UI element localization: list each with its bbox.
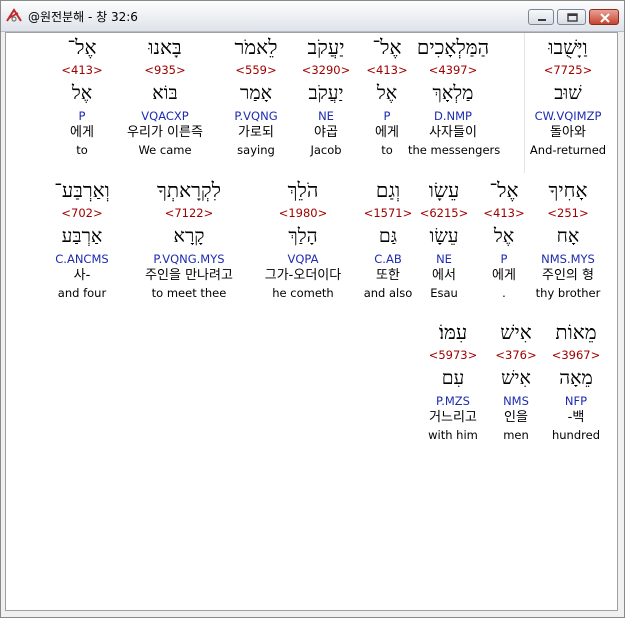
korean-gloss: 주인을 만나려고 xyxy=(145,268,233,283)
strong-number: <413> xyxy=(61,63,103,77)
strong-number: <559> xyxy=(235,63,277,77)
hebrew-word: לִקְרָאתְךָ xyxy=(157,178,221,202)
hebrew-root: שׁוּב xyxy=(554,82,582,104)
korean-gloss: 에게 xyxy=(70,125,94,140)
hebrew-root: גַּם xyxy=(378,225,398,247)
english-gloss: We came xyxy=(138,143,192,157)
english-gloss: he cometh xyxy=(272,286,334,300)
korean-gloss: 그가-오더이다 xyxy=(264,268,342,283)
morphology-code: VQACXP xyxy=(141,109,189,123)
analysis-panel: וַיָּשֻׁבוּ <7725> שׁוּב CW.VQIMZP 돌아와 A… xyxy=(5,32,618,611)
morphology-code: VQPA xyxy=(287,252,319,266)
english-gloss: with him xyxy=(428,428,478,442)
morphology-code: C.ANCMS xyxy=(55,252,109,266)
korean-gloss: 사- xyxy=(73,268,91,283)
minimize-icon xyxy=(538,19,546,21)
hebrew-root: בּוֹא xyxy=(152,82,178,104)
hebrew-word: בָּאנוּ xyxy=(148,35,182,59)
app-window: @원전분해 - 창 32:6 וַיָּשֻׁבוּ <7725> שׁוּב … xyxy=(0,0,625,618)
hebrew-root: קָרָא xyxy=(173,225,205,247)
hebrew-word: וְגַם xyxy=(375,178,401,202)
word-cell[interactable]: וַיָּשֻׁבוּ <7725> שׁוּב CW.VQIMZP 돌아와 A… xyxy=(523,33,613,158)
morphology-code: P.MZS xyxy=(436,394,470,408)
english-gloss: saying xyxy=(237,143,275,157)
hebrew-word: לֵאמֹר xyxy=(234,35,278,59)
word-cell[interactable]: עִמּוֹ׃ <5973> עִם P.MZS 거느리고 with him xyxy=(408,318,498,443)
hebrew-word: וְאַרְבַּע־ xyxy=(54,178,110,202)
hebrew-root: הָלַךְ xyxy=(288,225,318,247)
word-cell[interactable]: אֶל־ <413> אֶל P 에게 to xyxy=(37,33,127,158)
morphology-code: CW.VQIMZP xyxy=(534,109,602,123)
maximize-button[interactable] xyxy=(557,9,586,25)
english-gloss: and four xyxy=(57,286,107,300)
hebrew-word: אֶל־ xyxy=(67,35,97,59)
hebrew-root: אָמַר xyxy=(240,82,272,104)
word-cell[interactable]: וְאַרְבַּע־ <702> אַרְבַּע C.ANCMS 사- an… xyxy=(37,176,127,301)
window-title: @원전분해 - 창 32:6 xyxy=(28,10,138,24)
app-icon xyxy=(5,7,23,25)
strong-number: <1980> xyxy=(278,206,328,220)
english-gloss: And-returned xyxy=(529,143,607,157)
korean-gloss: 가로되 xyxy=(238,125,274,140)
hebrew-word: וַיָּשֻׁבוּ xyxy=(548,35,588,59)
korean-gloss: 돌아와 xyxy=(550,125,586,140)
strong-number: <935> xyxy=(144,63,186,77)
strong-number: <5973> xyxy=(428,348,478,362)
minimize-button[interactable] xyxy=(528,9,554,25)
strong-number: <702> xyxy=(61,206,103,220)
morphology-code: P xyxy=(78,109,86,123)
word-cell[interactable]: לִקְרָאתְךָ <7122> קָרָא P.VQNG.MYS 주인을 … xyxy=(138,176,240,301)
english-gloss: to meet thee xyxy=(151,286,227,300)
maximize-icon xyxy=(567,13,578,22)
strong-number: <7122> xyxy=(164,206,214,220)
strong-number: <1571> xyxy=(363,206,413,220)
word-cell[interactable]: לֵאמֹר <559> אָמַר P.VQNG 가로되 saying xyxy=(211,33,301,158)
word-cell[interactable]: בָּאנוּ <935> בּוֹא VQACXP 우리가 이른즉 We ca… xyxy=(120,33,210,158)
english-gloss: and also xyxy=(363,286,413,300)
morphology-code: C.AB xyxy=(374,252,402,266)
korean-gloss: 거느리고 xyxy=(429,410,477,425)
hebrew-root: אֶל xyxy=(71,82,93,104)
morphology-code: P.VQNG.MYS xyxy=(153,252,225,266)
english-gloss: to xyxy=(76,143,88,157)
word-cell[interactable]: הֹלֵךְ <1980> הָלַךְ VQPA 그가-오더이다 he com… xyxy=(258,176,348,301)
hebrew-root: אַרְבַּע xyxy=(61,225,103,247)
hebrew-word: עִמּוֹ׃ xyxy=(438,320,468,344)
close-icon xyxy=(600,13,610,23)
strong-number: <7725> xyxy=(543,63,593,77)
title-bar[interactable]: @원전분해 - 창 32:6 xyxy=(1,1,624,32)
close-button[interactable] xyxy=(589,9,619,25)
korean-gloss: 우리가 이른즉 xyxy=(127,125,203,140)
korean-gloss: 또한 xyxy=(376,268,400,283)
hebrew-word: הֹלֵךְ xyxy=(287,178,319,202)
word-cell[interactable]: וְגַם <1571> גַּם C.AB 또한 and also xyxy=(343,176,433,301)
morphology-code: P.VQNG xyxy=(234,109,278,123)
hebrew-root: עִם xyxy=(441,367,465,389)
